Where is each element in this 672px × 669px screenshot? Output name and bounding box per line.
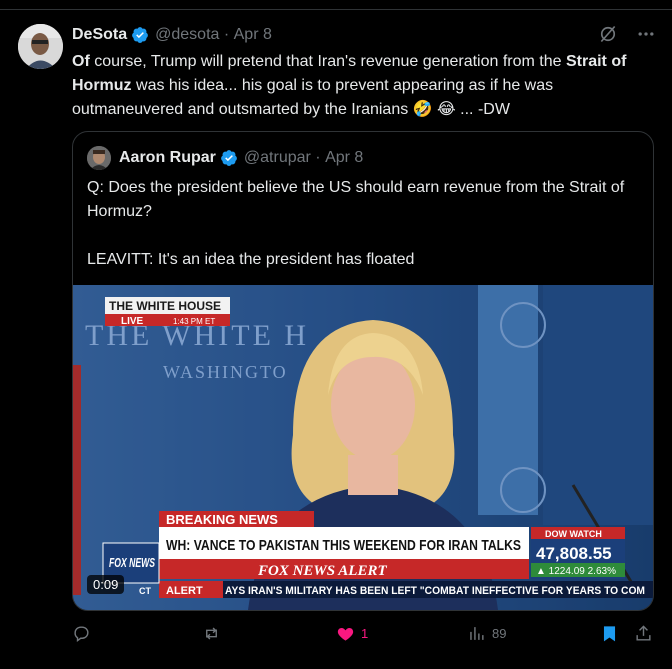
share-icon <box>636 625 651 641</box>
quoted-author-name: Aaron Rupar <box>119 149 216 166</box>
heart-icon <box>337 627 354 641</box>
tweet-header: DeSota @desota · Apr 8 <box>72 24 272 46</box>
reply-button[interactable] <box>72 624 91 643</box>
tweet-text-part1: course, Trump will pretend that Iran's r… <box>89 53 566 70</box>
quoted-text: Q: Does the president believe the US sho… <box>87 176 632 296</box>
quoted-tweet[interactable]: Aaron Rupar @atrupar · Apr 8 Q: Does the… <box>72 131 654 611</box>
ticker-label: ALERT <box>166 585 203 597</box>
tweet-text-bold-lead: Of <box>72 53 90 70</box>
breaking-news-label: BREAKING NEWS <box>166 512 278 527</box>
bookmark-button[interactable] <box>600 624 619 643</box>
dow-change: ▲ 1224.09 2.63% <box>536 566 616 577</box>
author-avatar[interactable] <box>18 24 63 69</box>
quoted-separator-dot: · <box>310 149 326 166</box>
author-handle[interactable]: @desota <box>155 26 219 44</box>
repost-icon <box>206 627 217 640</box>
view-count: 89 <box>492 626 507 641</box>
reply-icon <box>74 626 89 643</box>
ticker-text: AYS IRAN'S MILITARY HAS BEEN LEFT "COMBA… <box>225 585 645 597</box>
tweet-actions: 1 89 <box>72 624 660 648</box>
quoted-avatar <box>87 146 111 170</box>
quoted-verified-badge-icon <box>221 150 237 166</box>
quoted-paragraph-2: LEAVITT: It's an idea the president has … <box>87 251 415 268</box>
views-icon <box>470 627 484 640</box>
top-divider <box>0 0 672 10</box>
bookmark-icon <box>603 626 616 642</box>
quoted-author-handle: @atrupar <box>243 149 311 166</box>
backdrop-text-washington: WASHINGTO <box>163 362 288 382</box>
views-button[interactable]: 89 <box>467 624 506 643</box>
share-button[interactable] <box>634 624 653 643</box>
tweet-text: Of course, Trump will pretend that Iran'… <box>72 50 662 122</box>
quoted-paragraph-1: Q: Does the president believe the US sho… <box>87 179 625 220</box>
dow-value: 47,808.55 <box>536 544 612 563</box>
more-options-icon[interactable] <box>636 24 656 44</box>
tweet-top-icons <box>598 24 656 44</box>
video-duration: 0:09 <box>87 575 125 594</box>
fox-alert-banner: FOX NEWS ALERT <box>257 563 387 579</box>
separator-dot: · <box>219 26 234 43</box>
tweet-date[interactable]: Apr 8 <box>234 26 272 44</box>
video-frame: THE WHITE H WASHINGTO THE WHITE HOUSE LI… <box>73 285 653 610</box>
tweet-text-part2: was his idea... his goal is to prevent a… <box>72 77 554 118</box>
author-name[interactable]: DeSota <box>72 26 127 44</box>
ct-label: CT <box>139 586 151 596</box>
like-button[interactable]: 1 <box>336 624 368 643</box>
like-count: 1 <box>361 626 369 641</box>
headline-text: WH: VANCE TO PAKISTAN THIS WEEKEND FOR I… <box>166 537 521 554</box>
bug-live: LIVE <box>121 316 144 327</box>
grok-icon[interactable] <box>598 24 618 44</box>
quoted-header: Aaron Rupar @atrupar · Apr 8 <box>87 146 363 170</box>
video-player[interactable]: THE WHITE H WASHINGTO THE WHITE HOUSE LI… <box>73 285 653 610</box>
dow-label: DOW WATCH <box>545 529 602 539</box>
quoted-date: Apr 8 <box>325 149 364 166</box>
repost-button[interactable] <box>202 624 221 643</box>
fox-news-logo: FOX NEWS <box>109 555 155 570</box>
bug-title: THE WHITE HOUSE <box>109 299 221 313</box>
bug-time: 1:43 PM ET <box>173 317 215 326</box>
verified-badge-icon <box>132 27 148 43</box>
